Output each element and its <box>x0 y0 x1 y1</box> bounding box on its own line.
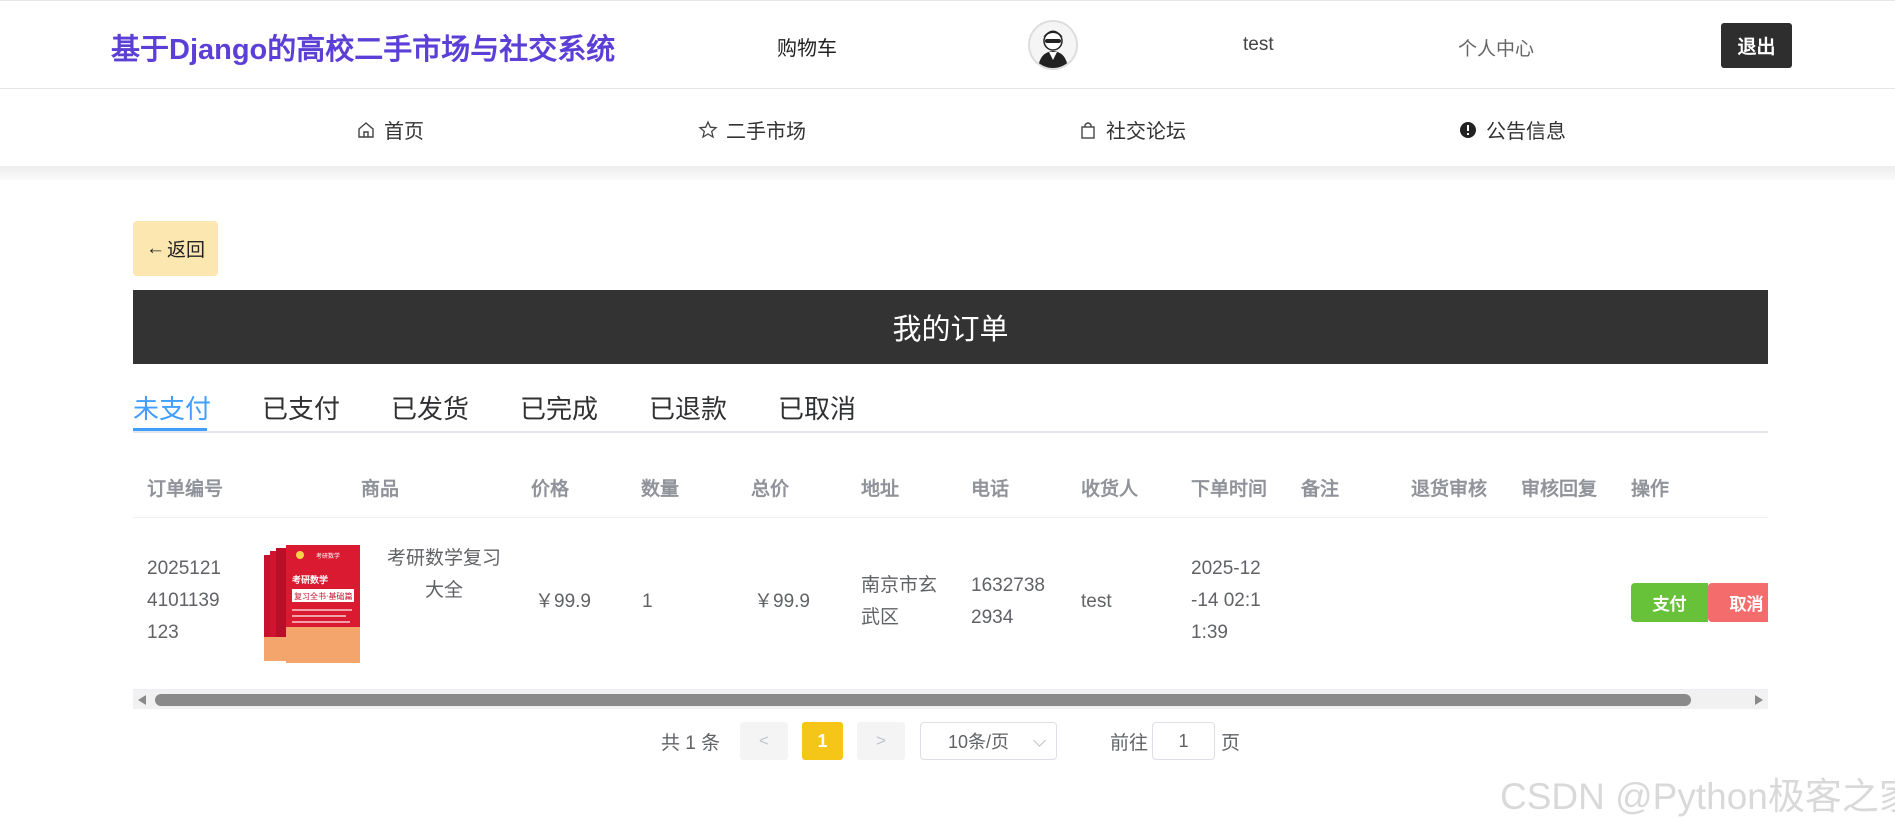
receiver: test <box>1081 591 1112 612</box>
page-size-value: 10条/页 <box>948 732 1010 752</box>
order-number: 2025121 4101139 123 <box>147 553 221 649</box>
address-line: 武区 <box>861 607 900 628</box>
info-icon <box>1460 121 1476 138</box>
order-status-tabs: 未支付 已支付 已发货 已完成 已退款 已取消 <box>133 385 1768 433</box>
quantity: 1 <box>642 591 653 612</box>
next-page-button[interactable]: > <box>857 722 905 760</box>
bag-icon <box>1081 121 1095 139</box>
goto-suffix: 页 <box>1221 733 1241 754</box>
order-time-line: -14 02:1 <box>1191 590 1261 611</box>
logout-button[interactable]: 退出 <box>1721 23 1792 68</box>
avatar-icon <box>1030 22 1076 68</box>
order-time: 2025-12 -14 02:1 1:39 <box>1191 553 1261 649</box>
site-title[interactable]: 基于Django的高校二手市场与社交系统 <box>111 26 615 68</box>
column-header: 价格 <box>531 479 570 500</box>
goto-page-input[interactable] <box>1152 722 1215 760</box>
order-number-line: 2025121 <box>147 558 221 579</box>
avatar[interactable] <box>1028 20 1078 70</box>
cancel-button[interactable]: 取消 <box>1708 583 1768 622</box>
tab-cancelled[interactable]: 已取消 <box>778 389 856 426</box>
back-button[interactable]: ← 返回 <box>133 221 218 276</box>
cart-link[interactable]: 购物车 <box>777 32 837 61</box>
product-name-line: 考研数学复习 <box>386 548 501 569</box>
page-size-select[interactable]: 10条/页 <box>920 722 1057 760</box>
product-name[interactable]: 考研数学复习 大全 <box>383 543 505 607</box>
column-header: 下单时间 <box>1191 479 1268 500</box>
active-tab-indicator <box>133 428 207 431</box>
product-image[interactable]: 考研数学 考研数学 复习全书·基础篇 <box>264 545 360 665</box>
page-number-current[interactable]: 1 <box>802 722 843 760</box>
nav-item-label: 公告信息 <box>1486 121 1566 143</box>
phone-line: 1632738 <box>971 575 1045 596</box>
star-icon <box>698 119 718 138</box>
back-label: 返回 <box>166 240 205 261</box>
username: test <box>1243 34 1274 55</box>
column-header: 数量 <box>641 479 680 500</box>
column-header: 总价 <box>751 479 790 500</box>
column-header: 地址 <box>861 479 900 500</box>
pagination-total: 共 1 条 <box>661 733 721 754</box>
column-header: 备注 <box>1301 479 1340 500</box>
pay-button[interactable]: 支付 <box>1631 583 1708 622</box>
phone: 1632738 2934 <box>971 570 1045 634</box>
order-time-line: 2025-12 <box>1191 558 1261 579</box>
order-number-line: 4101139 <box>147 590 220 611</box>
prev-page-button[interactable]: < <box>740 722 788 760</box>
tab-unpaid[interactable]: 未支付 <box>133 389 211 426</box>
home-icon <box>358 121 374 138</box>
scroll-left-icon[interactable] <box>138 695 146 705</box>
page-title: 我的订单 <box>892 314 1009 346</box>
total-price: ￥99.9 <box>754 591 810 612</box>
goto-label: 前往 <box>1110 733 1149 754</box>
order-number-line: 123 <box>147 622 179 643</box>
scroll-right-icon[interactable] <box>1755 695 1763 705</box>
column-header: 退货审核 <box>1411 479 1488 500</box>
scrollbar-thumb[interactable] <box>155 694 1691 706</box>
address: 南京市玄 武区 <box>861 570 937 634</box>
orders-banner: 我的订单 <box>133 290 1768 364</box>
main-nav: 首页 二手市场 社交论坛 公告信息 <box>0 89 1895 166</box>
price: ￥99.9 <box>535 591 591 612</box>
tab-refunded[interactable]: 已退款 <box>649 389 727 426</box>
orders-table: 订单编号 商品 价格 数量 总价 地址 电话 收货人 下单时间 备注 退货审核 … <box>133 450 1768 690</box>
column-header: 商品 <box>361 479 400 500</box>
nav-item-forum[interactable]: 社交论坛 <box>1078 115 1186 144</box>
tab-completed[interactable]: 已完成 <box>520 389 598 426</box>
column-header: 电话 <box>971 479 1010 500</box>
nav-item-label: 社交论坛 <box>1106 121 1186 143</box>
nav-shadow <box>0 166 1895 180</box>
phone-line: 2934 <box>971 607 1014 628</box>
table-horizontal-scrollbar[interactable] <box>133 689 1768 709</box>
tab-paid[interactable]: 已支付 <box>262 389 340 426</box>
product-name-line: 大全 <box>424 580 463 601</box>
chevron-down-icon <box>1033 734 1046 747</box>
watermark: CSDN @Python极客之家 <box>1500 776 1895 817</box>
svg-text:考研数学: 考研数学 <box>316 552 340 560</box>
nav-item-market[interactable]: 二手市场 <box>698 115 806 144</box>
nav-item-label: 二手市场 <box>726 121 806 143</box>
svg-text:考研数学: 考研数学 <box>292 574 328 586</box>
address-line: 南京市玄 <box>861 575 938 596</box>
column-header: 订单编号 <box>147 479 224 500</box>
tab-shipped[interactable]: 已发货 <box>391 389 469 426</box>
profile-link[interactable]: 个人中心 <box>1458 34 1534 61</box>
nav-item-home[interactable]: 首页 <box>356 115 424 144</box>
svg-text:复习全书·基础篇: 复习全书·基础篇 <box>294 591 353 601</box>
header-divider <box>133 517 1768 518</box>
nav-item-label: 首页 <box>384 121 424 143</box>
nav-item-notice[interactable]: 公告信息 <box>1458 115 1566 144</box>
column-header: 收货人 <box>1081 479 1139 500</box>
back-arrow-icon: ← <box>145 237 165 259</box>
order-time-line: 1:39 <box>1191 622 1228 643</box>
top-header: 基于Django的高校二手市场与社交系统 购物车 test 个人中心 退出 <box>0 0 1895 89</box>
column-header: 审核回复 <box>1521 479 1598 500</box>
column-header: 操作 <box>1631 479 1670 500</box>
